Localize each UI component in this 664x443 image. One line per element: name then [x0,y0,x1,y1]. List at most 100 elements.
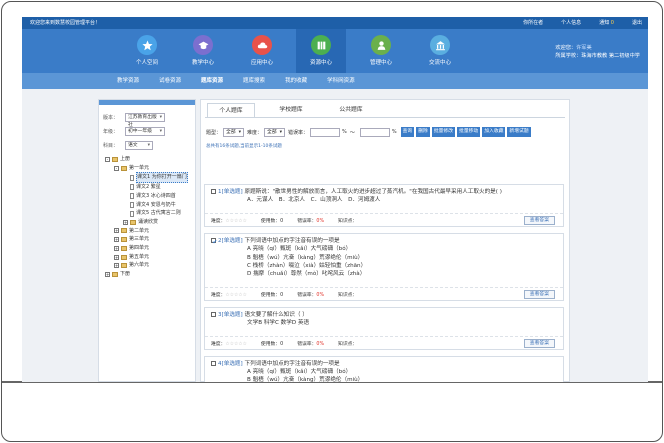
question-type: [单选题] [221,311,243,318]
tab-public-bank[interactable]: 公共题库 [327,103,375,117]
query-button[interactable]: 查询 [400,127,415,137]
top-link-logout[interactable]: 退出 [632,17,642,29]
tree-node[interactable]: - 第一单元 [99,164,195,173]
delete-button[interactable]: 删除 [416,127,430,137]
filter-grade: 年级： 初中一年级 ▾ [99,125,195,137]
expand-icon[interactable]: + [114,254,119,260]
add-question-button[interactable]: 新增试题 [507,127,531,137]
question-option: 文学B 科学C 数学D 英语 [247,320,310,327]
collapse-icon[interactable]: - [105,156,110,162]
tree-node[interactable]: 课文3 冰心诗四首 [99,192,195,201]
question-checkbox[interactable] [211,360,216,366]
tab-personal-bank[interactable]: 个人题库 [207,103,255,117]
batch-edit-button[interactable]: 批量修改 [431,127,456,137]
document-icon [130,184,134,191]
difficulty-stars: ☆☆☆☆☆ [225,292,247,298]
school-label: 所属学校： [555,53,582,59]
wrong-rate-min-input[interactable] [310,127,341,137]
difficulty-select[interactable]: 全部 ▾ [264,127,286,137]
nav-management-center[interactable]: 管理中心 [356,29,406,73]
resource-icon [311,35,331,55]
add-favorite-button[interactable]: 加入收藏 [482,127,506,137]
tree-node[interactable]: 课文4 安恩与奶牛 [99,201,195,210]
tree-node-label: 课文1 为你打开一扇门 [136,172,188,184]
tree-node[interactable]: 课文2 繁星 [99,183,195,192]
tree-node[interactable]: 课文5 古代寓言二则 [99,209,195,218]
tab-school-bank[interactable]: 学校题库 [267,103,315,117]
version-label: 版本： [103,114,119,121]
nav-resource-center[interactable]: 资源中心 [296,29,346,73]
question-stem-line: 2[单选题] 下列词语中加点的字注音有误的一项是 [211,237,551,245]
user-name[interactable]: 许军美 [576,45,592,51]
batch-move-button[interactable]: 批量移动 [457,127,481,137]
nav-personal-space[interactable]: 个人空间 [122,29,172,73]
nav-teaching-center[interactable]: 教学中心 [178,29,228,73]
usage-stat: 使用数：0 [261,217,283,224]
tree-node[interactable]: + 第四单元 [99,244,195,253]
question-checkbox[interactable] [211,311,216,317]
folder-icon [112,156,118,162]
subject-select[interactable]: 语文 ▾ [125,140,153,150]
question-card: 1[单选题] 原题斯说："散世男性的解放而言，人工取火的进步超过了蒸汽机。"在我… [204,184,564,227]
collapse-icon[interactable]: - [114,165,119,171]
version-select[interactable]: 江苏教育出版社 ▾ [125,112,165,128]
tree-node[interactable]: + 下册 [99,270,195,279]
type-select[interactable]: 全部 ▾ [223,127,245,137]
tree-node[interactable]: - 上册 [99,155,195,164]
view-answer-button[interactable]: 查看答案 [523,289,555,299]
tree-node-label: 第三单元 [129,236,150,243]
subnav-my-favorites[interactable]: 我的收藏 [285,73,307,89]
subject-value: 语文 [128,142,138,148]
tab-divider [205,117,565,118]
question-footer: 难度：☆☆☆☆☆ 使用数：0 错误率：0% 知识点： 查看答案 [205,286,563,301]
question-stem: 下列词语中加点的字注音有误的一项是 [244,237,340,244]
nav-exchange-center[interactable]: 交流中心 [415,29,465,73]
top-link-location[interactable]: 你所在者 [523,17,543,29]
view-answer-button[interactable]: 查看答案 [523,338,555,348]
tree-node[interactable]: + 第五单元 [99,253,195,262]
top-link-notice[interactable]: 通知 0 [599,17,614,29]
expand-icon[interactable]: + [105,271,110,277]
wrong-rate-max-input[interactable] [359,127,390,137]
subnav-teaching-resources[interactable]: 教学资源 [117,73,139,89]
top-link-profile[interactable]: 个人信息 [561,17,581,29]
question-option: A 亮晓（qí）甄斑（kǎi）大气磅礴（bó） [247,246,352,253]
knowledge-stat: 知识点： [338,340,357,347]
top-links: 你所在者 个人信息 通知 0 退出 [523,17,642,29]
tree-node[interactable]: + 第六单元 [99,261,195,270]
subnav-zxxk-resources[interactable]: 学科网资源 [327,73,355,89]
question-stem: 下列词语中加点的字注音有误的一项是 [244,360,340,367]
expand-icon[interactable]: + [114,263,119,269]
chevron-down-icon: ▾ [147,142,150,148]
tree-node[interactable]: + 第三单元 [99,235,195,244]
tree-node[interactable]: 课文1 为你打开一扇门 [99,172,195,184]
tree-node[interactable]: + 第二单元 [99,227,195,236]
main-panel: 个人题库 学校题库 公共题库 题型： 全部 ▾ 难度： 全部 ▾ 错误率： % ～ … [200,99,570,382]
subnav-question-search[interactable]: 题库搜索 [243,73,265,89]
question-body: 1[单选题] 原题斯说："散世男性的解放而言，人工取火的进步超过了蒸汽机。"在我… [211,188,551,205]
nav-app-center[interactable]: 应用中心 [237,29,287,73]
usage-stat: 使用数：0 [261,340,283,347]
grade-value: 初中一年级 [128,128,152,134]
expand-icon[interactable]: + [114,228,119,234]
tree-node-label: 课文5 古代寓言二则 [136,210,181,217]
folder-icon [121,228,127,234]
wrong-rate-stat: 错误率：0% [297,217,324,224]
grade-select[interactable]: 初中一年级 ▾ [125,126,165,136]
folder-icon [112,271,118,277]
question-checkbox[interactable] [211,237,217,244]
expand-icon[interactable]: + [114,237,119,243]
chevron-down-icon: ▾ [238,129,242,135]
tree-node[interactable]: + 诵读欣赏 [99,218,195,227]
question-checkbox[interactable] [211,189,216,194]
question-filter: 题型： 全部 ▾ 难度： 全部 ▾ 错误率： % ～ % 查询 删除 批量修改 批量… [206,127,531,137]
difficulty-label: 难度： [211,341,226,347]
view-answer-button[interactable]: 查看答案 [523,215,555,225]
wrong-rate-value: 0% [316,292,325,298]
subnav-question-bank[interactable]: 题库资源 [201,73,223,89]
expand-icon[interactable]: + [123,219,128,225]
subnav-exam-resources[interactable]: 试卷资源 [159,73,181,89]
expand-icon[interactable]: + [114,245,119,251]
building-icon [430,35,450,55]
grade-label: 年级： [103,128,119,135]
